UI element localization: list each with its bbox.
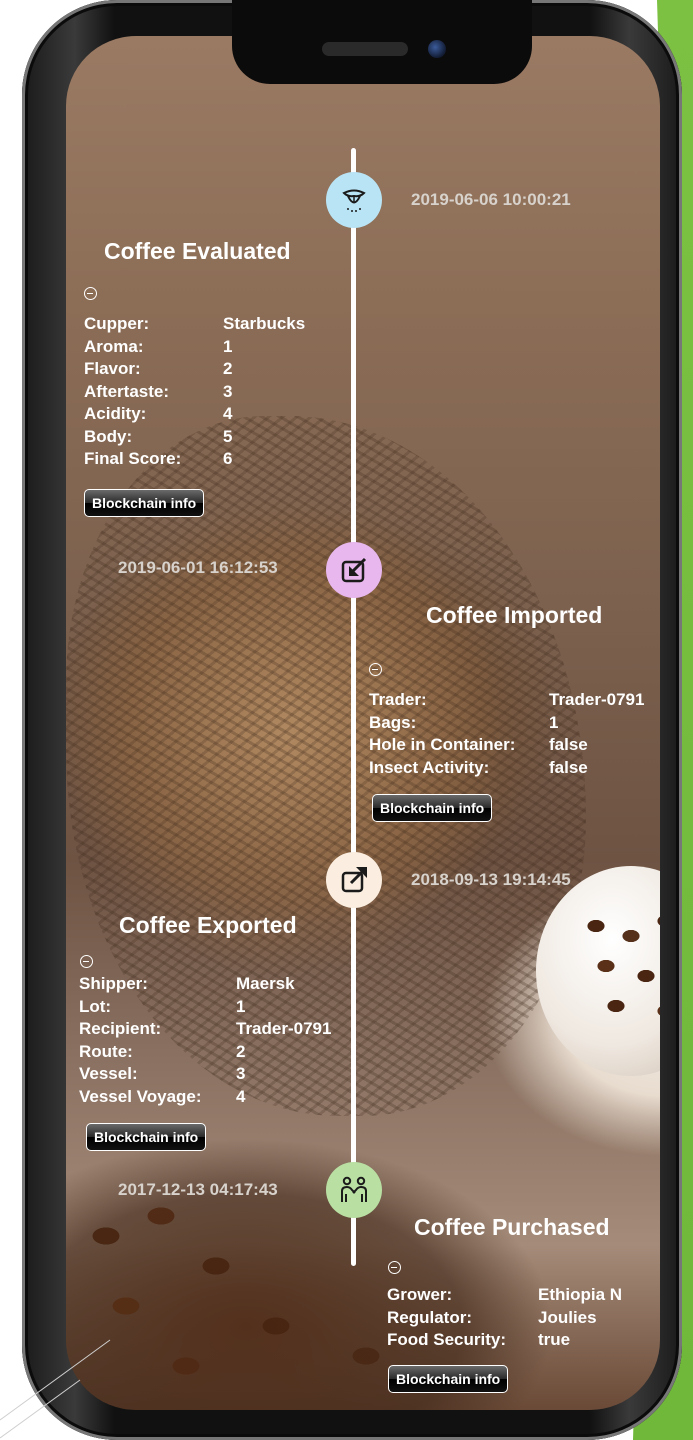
coffee-beans-decoration xyxy=(576,906,660,1066)
event-title: Coffee Exported xyxy=(119,912,297,938)
event-title: Coffee Purchased xyxy=(414,1214,610,1240)
export-arrow-icon xyxy=(341,867,367,893)
blockchain-info-button[interactable]: Blockchain info xyxy=(388,1365,509,1393)
field-row: Bags: 1 xyxy=(369,712,559,732)
event-title: Coffee Evaluated xyxy=(104,238,291,264)
timeline-line xyxy=(351,148,356,1266)
collapse-toggle-icon[interactable] xyxy=(84,287,97,300)
timeline-node-exported[interactable] xyxy=(326,852,382,908)
timeline-node-evaluated[interactable] xyxy=(326,172,382,228)
event-timestamp: 2017-12-13 04:17:43 xyxy=(118,1180,278,1199)
field-row: Vessel Voyage: 4 xyxy=(79,1086,246,1106)
field-row: Cupper: Starbucks xyxy=(84,314,306,333)
front-camera xyxy=(428,40,446,58)
event-fields: Trader: Trader-0791 Bags: 1 Hole in Contai… xyxy=(369,689,644,779)
field-row: Body: 5 xyxy=(84,426,233,446)
field-row: Aftertaste: 3 xyxy=(84,381,233,401)
event-fields: Cupper: Starbucks Aroma: 1 Flavor: 2 Aftert… xyxy=(84,313,305,471)
collapse-toggle-icon[interactable] xyxy=(369,663,382,676)
blockchain-info-button[interactable]: Blockchain info xyxy=(84,489,205,517)
event-timestamp: 2019-06-06 10:00:21 xyxy=(411,190,571,209)
event-fields: Shipper: Maersk Lot: 1 Recipient: Trader-07… xyxy=(79,973,331,1108)
field-row: Vessel: 3 xyxy=(79,1064,246,1083)
blockchain-info-button[interactable]: Blockchain info xyxy=(86,1123,207,1151)
field-row: Lot: 1 xyxy=(79,996,246,1016)
collapse-toggle-icon[interactable] xyxy=(80,955,93,968)
handshake-people-icon xyxy=(341,1176,367,1202)
field-row: Insect Activity: false xyxy=(369,757,588,777)
field-row: Shipper: Maersk xyxy=(79,974,295,993)
field-row: Aroma: 1 xyxy=(84,336,233,356)
field-row: Hole in Container: false xyxy=(369,735,588,754)
timeline-node-imported[interactable] xyxy=(326,542,382,598)
decorative-lines xyxy=(0,1339,111,1439)
field-row: Final Score: 6 xyxy=(84,449,233,468)
event-timestamp: 2018-09-13 19:14:45 xyxy=(411,870,571,889)
speaker-grille xyxy=(322,42,408,56)
field-row: Grower: Ethiopia N xyxy=(387,1285,623,1304)
taste-tongue-icon xyxy=(342,189,366,212)
field-row: Regulator: Joulies xyxy=(387,1307,597,1327)
collapse-toggle-icon[interactable] xyxy=(388,1261,401,1274)
event-title: Coffee Imported xyxy=(426,602,603,628)
field-row: Trader: Trader-0791 xyxy=(369,690,645,709)
field-row: Recipient: Trader-0791 xyxy=(79,1019,332,1038)
timeline-node-purchased[interactable] xyxy=(326,1162,382,1218)
field-row: Food Security: true xyxy=(387,1330,571,1349)
import-arrow-icon xyxy=(341,557,367,583)
event-fields: Grower: Ethiopia N Regulator: Joulies Food… xyxy=(387,1284,622,1352)
event-timestamp: 2019-06-01 16:12:53 xyxy=(118,558,278,577)
field-row: Flavor: 2 xyxy=(84,359,233,378)
blockchain-info-button[interactable]: Blockchain info xyxy=(372,794,493,822)
field-row: Acidity: 4 xyxy=(84,404,233,423)
field-row: Route: 2 xyxy=(79,1041,246,1061)
